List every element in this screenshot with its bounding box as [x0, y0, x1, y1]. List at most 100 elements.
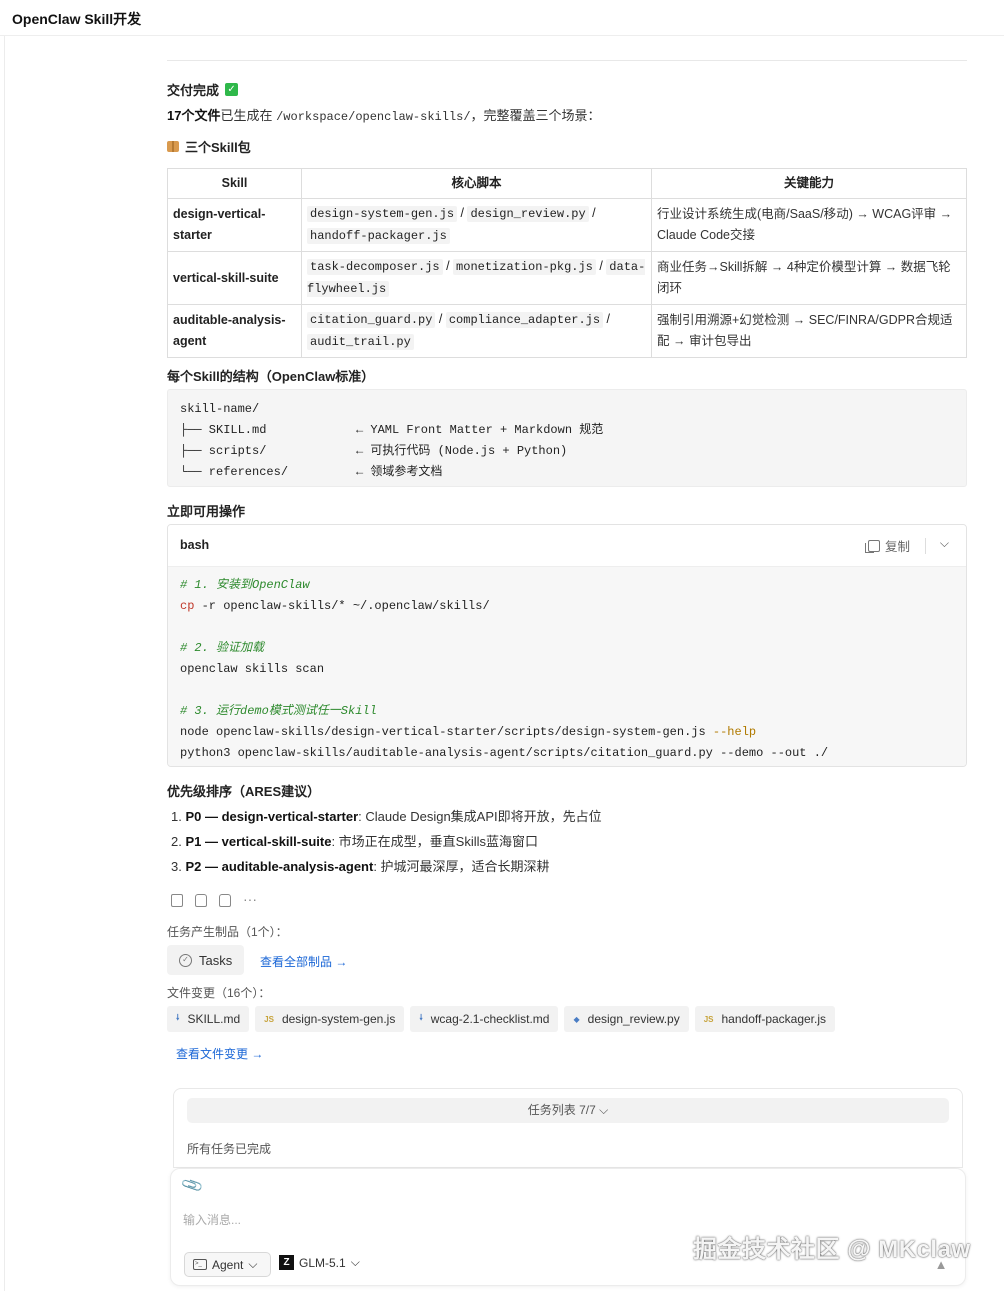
agent-label: Agent	[212, 1257, 244, 1272]
structure-line: skill-name/	[180, 402, 260, 416]
code-comment: # 2. 验证加载	[180, 641, 265, 655]
tasks-label: Tasks	[199, 952, 233, 968]
file-name: design_review.py	[587, 1012, 680, 1026]
message-composer: 📎 >_ Agent ⌵ Z GLM-5.1 ⌵ ▲	[170, 1168, 966, 1286]
download-icon: 🠗	[176, 1013, 180, 1022]
scripts-cell: task-decomposer.js / monetization-pkg.js…	[301, 251, 652, 305]
chevron-down-icon: ⌵	[248, 1257, 258, 1271]
code-line: cp -r openclaw-skills/* ~/.openclaw/skil…	[180, 599, 490, 613]
agent-icon: >_	[193, 1259, 207, 1270]
table-row: vertical-skill-suite task-decomposer.js …	[167, 251, 967, 305]
check-icon: ✓	[225, 83, 239, 96]
script-chip: task-decomposer.js	[307, 259, 443, 275]
code-comment: # 1. 安装到OpenClaw	[180, 578, 310, 592]
col-header-skill: Skill	[167, 168, 302, 199]
file-chip[interactable]: 🠗 SKILL.md	[167, 1006, 250, 1032]
script-chip: audit_trail.py	[307, 334, 414, 350]
top-bar: OpenClaw Skill开发	[0, 0, 1004, 36]
code-line: node openclaw-skills/design-vertical-sta…	[180, 725, 757, 739]
task-list-toggle[interactable]: 任务列表 7/7 ⌵	[187, 1098, 949, 1123]
script-chip: design_review.py	[467, 206, 589, 222]
js-file-icon: JS	[264, 1014, 274, 1024]
thumbs-down-icon[interactable]	[219, 894, 231, 907]
file-name: handoff-packager.js	[721, 1012, 827, 1026]
code-block-header: bash 复制 ⌵	[168, 525, 966, 567]
capability-cell: 商业任务→Skill拆解 → 4种定价模型计算 → 数据飞轮闭环	[651, 251, 967, 305]
capability-cell: 强制引用溯源+幻觉检测 → SEC/FINRA/GDPR合规适配 → 审计包导出	[651, 304, 967, 358]
task-list-label: 任务列表 7/7	[527, 1103, 596, 1117]
copy-button[interactable]: 复制	[864, 536, 910, 555]
skill-name-cell: auditable-analysis-agent	[167, 304, 302, 358]
watermark: 掘金技术社区 @ MKclaw	[693, 1236, 971, 1263]
file-chips: 🠗 SKILL.md JS design-system-gen.js 🠗 wca…	[167, 1006, 836, 1032]
model-select[interactable]: Z GLM-5.1 ⌵	[279, 1255, 360, 1270]
packages-heading: 三个Skill包	[167, 137, 251, 156]
bash-code-block: bash 复制 ⌵ # 1. 安装到OpenClaw cp -r opencla…	[167, 524, 967, 767]
code-body: # 1. 安装到OpenClaw cp -r openclaw-skills/*…	[168, 567, 966, 766]
structure-code-block: skill-name/ ├── SKILL.md ← YAML Front Mat…	[167, 389, 967, 487]
python-file-icon: ◆	[573, 1014, 580, 1024]
tasks-artifact-chip[interactable]: ✓ Tasks	[167, 945, 244, 975]
summary-path: /workspace/openclaw-skills/	[276, 110, 471, 124]
skill-name-cell: design-vertical-starter	[167, 198, 302, 252]
file-name: design-system-gen.js	[281, 1012, 396, 1026]
priority-list: 1. P0 — design-vertical-starter: Claude …	[171, 804, 602, 879]
file-chip[interactable]: JS design-system-gen.js	[255, 1006, 405, 1032]
col-header-scripts: 核心脚本	[301, 168, 652, 199]
structure-heading: 每个Skill的结构（OpenClaw标准）	[167, 369, 375, 384]
list-item: 3. P2 — auditable-analysis-agent: 护城河最深厚…	[171, 859, 550, 874]
thumbs-up-icon[interactable]	[195, 894, 207, 907]
operations-heading: 立即可用操作	[167, 504, 246, 519]
chevron-down-icon: ⌵	[350, 1255, 360, 1269]
file-name: SKILL.md	[187, 1012, 241, 1026]
script-chip: monetization-pkg.js	[453, 259, 596, 275]
task-status: 所有任务已完成	[187, 1142, 272, 1156]
copy-message-icon[interactable]	[171, 894, 183, 907]
priority-heading: 优先级排序（ARES建议）	[167, 784, 321, 799]
script-chip: compliance_adapter.js	[445, 312, 604, 328]
zhipu-logo-icon: Z	[279, 1255, 294, 1270]
delivery-heading: 交付完成 ✓	[167, 80, 239, 99]
summary-text-2: ，完整覆盖三个场景：	[470, 108, 601, 123]
table-header-row: Skill 核心脚本 关键能力	[167, 168, 967, 199]
scripts-cell: design-system-gen.js / design_review.py …	[301, 198, 652, 252]
header-separator	[925, 538, 926, 554]
more-icon[interactable]: ···	[243, 892, 257, 907]
script-chip: design-system-gen.js	[307, 206, 458, 222]
script-chip: citation_guard.py	[307, 312, 436, 328]
table-row: auditable-analysis-agent citation_guard.…	[167, 304, 967, 358]
copy-label: 复制	[884, 540, 910, 554]
packages-heading-text: 三个Skill包	[185, 140, 251, 155]
file-chip[interactable]: 🠗 wcag-2.1-checklist.md	[410, 1006, 559, 1032]
attach-icon[interactable]: 📎	[180, 1173, 205, 1197]
script-chip: handoff-packager.js	[307, 228, 450, 244]
package-icon	[167, 141, 179, 152]
download-icon: 🠗	[419, 1013, 423, 1022]
message-input[interactable]	[183, 1209, 943, 1231]
window-title: OpenClaw Skill开发	[12, 11, 142, 27]
delivery-summary: 17个文件已生成在 /workspace/openclaw-skills/，完整…	[167, 105, 601, 124]
list-item: 2. P1 — vertical-skill-suite: 市场正在成型，垂直S…	[171, 834, 538, 849]
view-file-changes-link[interactable]: 查看文件变更 →	[176, 1045, 263, 1062]
chevron-down-icon[interactable]: ⌵	[940, 536, 949, 551]
check-circle-icon: ✓	[179, 953, 192, 967]
code-language-label: bash	[180, 538, 210, 552]
scripts-cell: citation_guard.py / compliance_adapter.j…	[301, 304, 652, 358]
skill-name-cell: vertical-skill-suite	[167, 251, 302, 305]
file-chip[interactable]: ◆ design_review.py	[564, 1006, 689, 1032]
task-list-panel: 任务列表 7/7 ⌵ 所有任务已完成	[173, 1088, 963, 1168]
message-actions: ···	[171, 892, 257, 907]
structure-line: └── references/← 领域参考文档	[180, 465, 443, 479]
view-all-artifacts-link[interactable]: 查看全部制品 →	[260, 953, 347, 970]
code-line: python3 openclaw-skills/auditable-analys…	[180, 746, 829, 760]
delivery-heading-text: 交付完成	[167, 83, 220, 98]
skills-table: Skill 核心脚本 关键能力 design-vertical-starter …	[167, 168, 967, 358]
summary-text-1: 已生成在	[220, 108, 273, 123]
list-item: 1. P0 — design-vertical-starter: Claude …	[171, 809, 602, 824]
agent-mode-select[interactable]: >_ Agent ⌵	[184, 1252, 271, 1277]
file-chip[interactable]: JS handoff-packager.js	[694, 1006, 836, 1032]
js-file-icon: JS	[703, 1014, 714, 1024]
code-comment: # 3. 运行demo模式测试任一Skill	[180, 704, 377, 718]
code-line: openclaw skills scan	[180, 662, 325, 676]
